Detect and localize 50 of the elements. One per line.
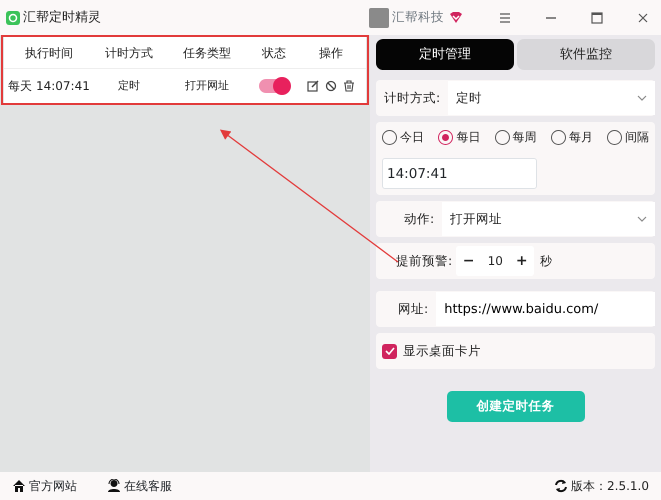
field-label: 动作: [403, 210, 436, 228]
headset-icon [107, 479, 121, 493]
field-label: 提前预警: [395, 252, 454, 270]
action-dropdown[interactable]: 打开网址 [442, 202, 655, 236]
home-icon [12, 479, 26, 493]
menu-icon[interactable] [499, 12, 511, 24]
close-icon[interactable] [637, 12, 649, 24]
field-label: 计时方式: [383, 88, 442, 107]
tab[interactable]: 软件监控 [517, 39, 655, 70]
checkmark-icon [384, 347, 394, 355]
column-header: 任务类型 [182, 44, 232, 62]
footer-link[interactable]: 官方网站 [12, 477, 77, 495]
app-logo-icon [6, 10, 20, 24]
trash-icon[interactable] [343, 80, 355, 92]
table-cell-text: 每天 14:07:41 [7, 78, 91, 95]
column-header: 操作 [318, 44, 344, 62]
edit-icon[interactable] [307, 80, 319, 92]
column-header: 计时方式 [104, 44, 154, 62]
radio-option[interactable]: 每月 [550, 128, 593, 146]
timing-dropdown[interactable]: 定时 [448, 81, 655, 115]
radio-option[interactable]: 今日 [382, 128, 424, 146]
decrement-button[interactable]: − [462, 250, 474, 272]
column-header: 状态 [261, 44, 287, 62]
unit-label: 秒 [540, 253, 552, 270]
column-header: 执行时间 [24, 44, 74, 62]
warning-spinner[interactable]: − 10 + [456, 246, 534, 276]
caret-icon [637, 95, 647, 101]
window-title: 汇帮定时精灵 [23, 8, 101, 27]
increment-button[interactable]: + [516, 250, 528, 272]
field-label: 网址: [397, 300, 430, 318]
table-cell-text: 定时 [117, 78, 141, 94]
prohibit-icon[interactable] [325, 80, 337, 92]
user-name: 汇帮科技 [392, 8, 444, 26]
show-card-checkbox[interactable]: 显示桌面卡片 [376, 342, 481, 360]
caret-icon [637, 216, 647, 222]
refresh-icon[interactable] [554, 479, 568, 493]
version-label: 版本：2.5.1.0 [571, 478, 649, 495]
url-input[interactable]: https://www.baidu.com/ [436, 292, 655, 326]
maximize-icon[interactable] [591, 12, 603, 24]
radio-option[interactable]: 每周 [494, 128, 536, 146]
radio-option[interactable]: 每日 [438, 128, 480, 146]
time-input[interactable]: 14:07:41 [382, 158, 537, 189]
footer-link[interactable]: 在线客服 [107, 477, 172, 495]
diamond-icon[interactable] [449, 11, 463, 24]
radio-option[interactable]: 间隔 [607, 128, 649, 146]
tab[interactable]: 定时管理 [376, 39, 514, 70]
table-cell-text: 打开网址 [184, 78, 230, 94]
avatar-placeholder [369, 8, 389, 28]
status-toggle[interactable] [259, 79, 289, 93]
spinner-value: 10 [488, 253, 503, 270]
